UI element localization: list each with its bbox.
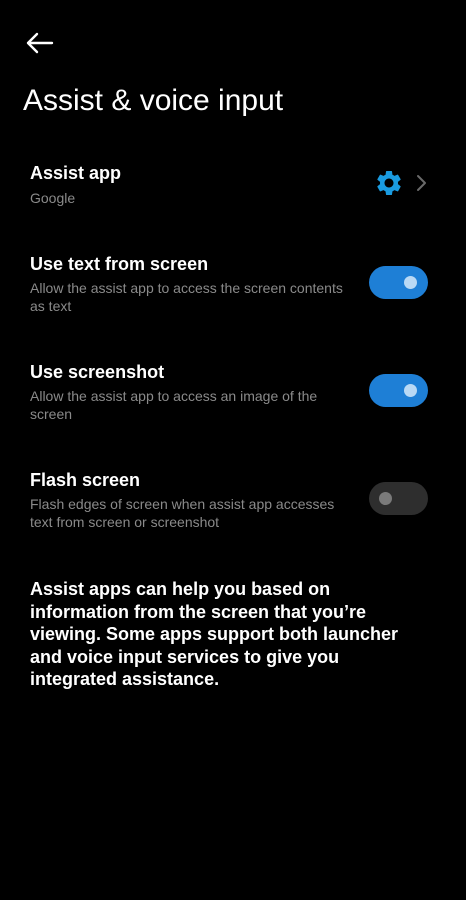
use-text-description: Allow the assist app to access the scree… [30,280,343,314]
toggle-knob [379,492,392,505]
arrow-left-icon [26,32,54,54]
back-button[interactable] [24,26,64,60]
assist-app-title: Assist app [30,163,122,183]
flash-screen-toggle[interactable] [369,482,428,515]
page-title: Assist & voice input [23,84,284,117]
use-screenshot-row[interactable]: Use screenshot Allow the assist app to a… [0,362,466,424]
assist-info-text: Assist apps can help you based on inform… [30,579,399,689]
assist-app-row[interactable]: Assist app Google [0,163,466,213]
toggle-knob [404,384,417,397]
use-text-title: Use text from screen [30,254,209,274]
toggle-knob [404,276,417,289]
use-text-row[interactable]: Use text from screen Allow the assist ap… [0,254,466,316]
gear-icon[interactable] [374,168,404,198]
use-screenshot-toggle[interactable] [369,374,428,407]
assist-app-value: Google [30,190,76,206]
flash-screen-title: Flash screen [30,470,141,490]
flash-screen-description: Flash edges of screen when assist app ac… [30,496,335,530]
use-screenshot-description: Allow the assist app to access an image … [30,388,318,422]
chevron-right-icon [417,175,426,191]
use-text-toggle[interactable] [369,266,428,299]
flash-screen-row[interactable]: Flash screen Flash edges of screen when … [0,470,466,532]
use-screenshot-title: Use screenshot [30,362,165,382]
